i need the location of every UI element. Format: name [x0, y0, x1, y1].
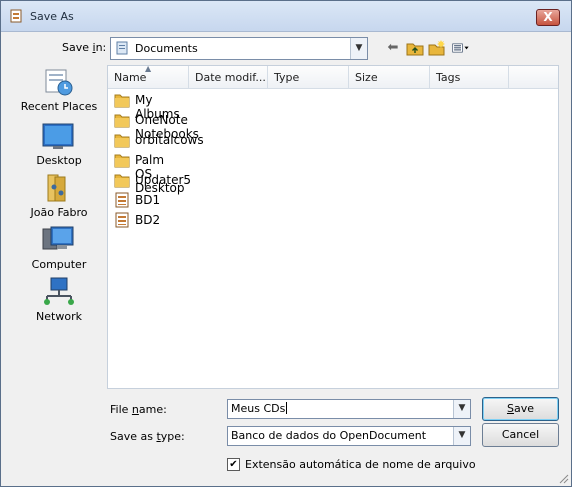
file-name: orbitalcows	[135, 133, 204, 147]
resize-grip-icon[interactable]	[557, 472, 569, 484]
chevron-down-icon[interactable]: ▼	[453, 400, 470, 418]
new-folder-icon[interactable]	[428, 39, 446, 57]
place-desktop[interactable]: Desktop	[20, 121, 98, 171]
file-name-input[interactable]: Meus CDs ▼	[227, 399, 471, 419]
title-bar[interactable]: Save As X	[1, 1, 571, 32]
column-header-size[interactable]: Size	[349, 66, 430, 88]
folder-icon	[114, 114, 130, 128]
computer-icon	[42, 226, 74, 250]
place-network[interactable]: Network	[20, 277, 98, 327]
place-label: Computer	[31, 258, 87, 271]
openoffice-base-icon	[10, 9, 22, 23]
user-folder-icon	[47, 174, 66, 202]
column-header-date[interactable]: Date modif...	[189, 66, 268, 88]
column-header-type[interactable]: Type	[268, 66, 349, 88]
save-in-dropdown[interactable]: Documents ▼	[110, 37, 368, 60]
file-name: Updater5	[135, 173, 192, 187]
folder-icon	[114, 154, 130, 168]
file-name-label: File name:	[110, 403, 167, 416]
recent-places-icon	[45, 69, 73, 96]
up-folder-icon[interactable]	[406, 39, 424, 57]
save-as-type-dropdown[interactable]: Banco de dados do OpenDocument ▼	[227, 426, 471, 446]
file-name-value: Meus CDs	[231, 402, 286, 415]
column-headers: Name ▲ Date modif... Type Size Tags	[108, 64, 558, 89]
window-title: Save As	[30, 10, 74, 23]
folder-icon	[114, 134, 130, 148]
save-as-type-label: Save as type:	[110, 430, 185, 443]
place-label: João Fabro	[30, 206, 88, 219]
auto-extension-label: Extensão automática de nome de arquivo	[245, 458, 476, 471]
place-user-folder[interactable]: João Fabro	[20, 173, 98, 223]
file-list[interactable]: Name ▲ Date modif... Type Size Tags My Al…	[107, 64, 559, 389]
place-recent-places[interactable]: Recent Places	[20, 67, 98, 117]
database-document-icon	[115, 192, 129, 208]
view-menu-icon[interactable]	[452, 39, 470, 57]
place-label: Recent Places	[20, 100, 98, 113]
save-as-type-value: Banco de dados do OpenDocument	[231, 429, 427, 442]
save-as-dialog: Save As X Save in: Documents ▼ ⬅ Recent …	[0, 0, 572, 487]
place-computer[interactable]: Computer	[20, 225, 98, 275]
file-name: BD1	[135, 193, 161, 207]
cancel-button[interactable]: Cancel	[482, 423, 559, 447]
save-in-value: Documents	[135, 42, 198, 55]
chevron-down-icon[interactable]: ▼	[453, 427, 470, 445]
database-document-icon	[115, 212, 129, 228]
chevron-down-icon[interactable]: ▼	[350, 38, 367, 59]
close-button[interactable]: X	[536, 9, 560, 26]
documents-folder-icon	[116, 41, 128, 55]
save-button[interactable]: Save	[482, 397, 559, 421]
save-in-label: Save in:	[62, 41, 107, 54]
network-icon	[44, 277, 74, 305]
sort-ascending-icon: ▲	[145, 64, 152, 73]
column-header-tags[interactable]: Tags	[430, 66, 509, 88]
back-arrow-icon[interactable]: ⬅	[384, 39, 402, 57]
folder-icon	[114, 174, 130, 188]
text-caret	[286, 402, 288, 414]
file-name: BD2	[135, 213, 161, 227]
auto-extension-checkbox[interactable]: ✔	[227, 458, 240, 471]
desktop-icon	[42, 123, 74, 149]
place-label: Desktop	[36, 154, 82, 167]
column-header-name[interactable]: Name ▲	[108, 64, 189, 88]
folder-icon	[114, 94, 130, 108]
place-label: Network	[36, 310, 82, 323]
